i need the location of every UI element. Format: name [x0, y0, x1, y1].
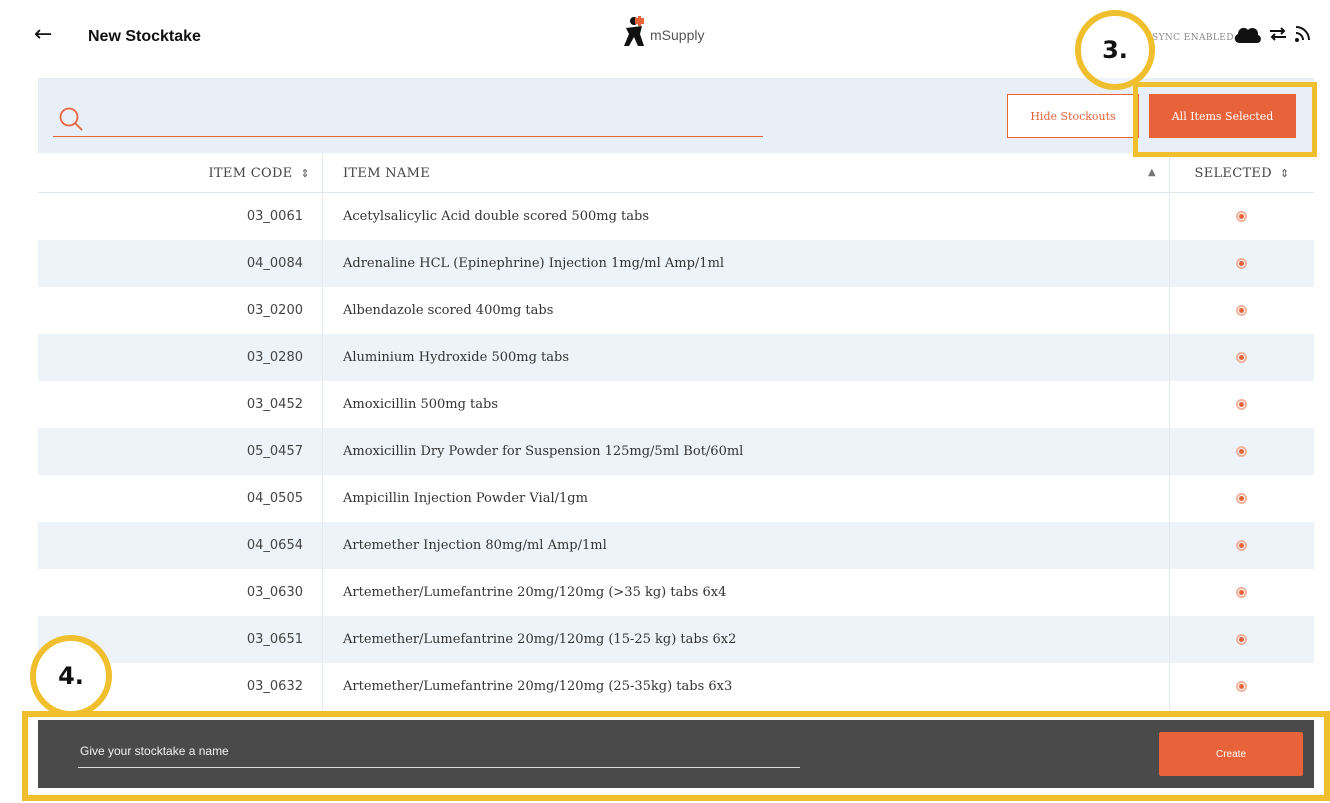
- search-icon[interactable]: [58, 106, 84, 132]
- item-code-cell: 04_0654: [246, 538, 303, 553]
- item-name-cell: Artemether Injection 80mg/ml Amp/1ml: [343, 538, 607, 553]
- msupply-logo: mSupply: [622, 16, 704, 48]
- selected-cell: [1169, 240, 1314, 287]
- item-code-cell: 04_0084: [246, 256, 303, 271]
- page-title: New Stocktake: [88, 28, 201, 45]
- column-divider: [322, 240, 323, 287]
- column-header-label: SELECTED: [1194, 165, 1272, 181]
- column-divider: [322, 616, 323, 663]
- sync-status-label: SYNC ENABLED: [1152, 33, 1234, 43]
- selected-radio-icon[interactable]: [1236, 305, 1247, 316]
- search-input[interactable]: [88, 106, 748, 132]
- selected-radio-icon[interactable]: [1236, 540, 1247, 551]
- selected-radio-icon[interactable]: [1236, 258, 1247, 269]
- table-row[interactable]: 03_0452 Amoxicillin 500mg tabs: [38, 381, 1314, 428]
- selected-cell: [1169, 334, 1314, 381]
- sync-arrows-icon[interactable]: [1269, 27, 1287, 41]
- item-name-cell: Amoxicillin Dry Powder for Suspension 12…: [343, 444, 744, 459]
- item-name-cell: Aluminium Hydroxide 500mg tabs: [343, 350, 570, 365]
- selected-radio-icon[interactable]: [1236, 493, 1247, 504]
- table-row[interactable]: 03_0280 Aluminium Hydroxide 500mg tabs: [38, 334, 1314, 381]
- selected-radio-icon[interactable]: [1236, 399, 1247, 410]
- column-header-label: ITEM CODE: [208, 165, 293, 181]
- column-header-selected[interactable]: SELECTED ⇕: [1169, 153, 1314, 193]
- item-code-cell: 03_0200: [246, 303, 303, 318]
- column-divider: [322, 475, 323, 522]
- sort-icon: ⇕: [1279, 166, 1290, 180]
- table-row[interactable]: 03_0061 Acetylsalicylic Acid double score…: [38, 193, 1314, 240]
- annotation-step-4-badge: 4.: [30, 635, 112, 717]
- item-name-cell: Adrenaline HCL (Epinephrine) Injection 1…: [343, 256, 725, 271]
- column-divider: [322, 287, 323, 334]
- table-row[interactable]: 03_0200 Albendazole scored 400mg tabs: [38, 287, 1314, 334]
- selected-cell: [1169, 287, 1314, 334]
- sort-icon: ⇕: [300, 166, 310, 180]
- item-name-cell: Amoxicillin 500mg tabs: [343, 397, 499, 412]
- selected-cell: [1169, 663, 1314, 710]
- annotation-highlight-box-3: [1133, 82, 1317, 157]
- item-code-cell: 05_0457: [246, 444, 303, 459]
- column-header-item-code[interactable]: ITEM CODE ⇕: [38, 153, 310, 193]
- logo-mark-icon: [624, 16, 644, 46]
- table-row[interactable]: 04_0505 Ampicillin Injection Powder Vial/…: [38, 475, 1314, 522]
- column-divider: [322, 569, 323, 616]
- selected-cell: [1169, 475, 1314, 522]
- item-name-cell: Acetylsalicylic Acid double scored 500mg…: [343, 209, 649, 224]
- column-divider: [322, 193, 323, 240]
- item-code-cell: 04_0505: [246, 491, 303, 506]
- annotation-step-3-badge: 3.: [1075, 10, 1155, 90]
- selected-radio-icon[interactable]: [1236, 352, 1247, 363]
- item-code-cell: 03_0061: [246, 209, 303, 224]
- item-code-cell: 03_0280: [246, 350, 303, 365]
- signal-icon[interactable]: [1294, 25, 1310, 43]
- table-row[interactable]: 04_0084 Adrenaline HCL (Epinephrine) Inje…: [38, 240, 1314, 287]
- item-name-cell: Artemether/Lumefantrine 20mg/120mg (25-3…: [343, 679, 733, 694]
- column-divider: [322, 522, 323, 569]
- column-header-label: ITEM NAME: [343, 165, 431, 181]
- selected-cell: [1169, 522, 1314, 569]
- selected-cell: [1169, 381, 1314, 428]
- table-row[interactable]: 03_0630 Artemether/Lumefantrine 20mg/120m…: [38, 569, 1314, 616]
- column-header-item-name[interactable]: ITEM NAME: [343, 153, 1163, 193]
- search-underline: [53, 136, 763, 137]
- selected-radio-icon[interactable]: [1236, 681, 1247, 692]
- item-name-cell: Artemether/Lumefantrine 20mg/120mg (15-2…: [343, 632, 737, 647]
- column-divider: [322, 334, 323, 381]
- item-code-cell: 03_0452: [246, 397, 303, 412]
- table-row[interactable]: 03_0651 Artemether/Lumefantrine 20mg/120m…: [38, 616, 1314, 663]
- table-body: 03_0061 Acetylsalicylic Acid double score…: [38, 193, 1314, 710]
- logo-text: mSupply: [650, 27, 705, 43]
- column-divider: [322, 663, 323, 710]
- table-row[interactable]: 03_0632 Artemether/Lumefantrine 20mg/120m…: [38, 663, 1314, 710]
- selected-radio-icon[interactable]: [1236, 446, 1247, 457]
- table-header: ITEM CODE ⇕ ITEM NAME ▲ SELECTED ⇕: [38, 153, 1314, 193]
- sort-ascending-icon: ▲: [1148, 167, 1156, 178]
- stocktake-items-panel: Hide Stockouts All Items Selected ITEM C…: [38, 78, 1314, 714]
- item-code-cell: 03_0630: [246, 585, 303, 600]
- cloud-icon[interactable]: [1232, 24, 1262, 44]
- item-name-cell: Albendazole scored 400mg tabs: [343, 303, 554, 318]
- selected-radio-icon[interactable]: [1236, 211, 1247, 222]
- selected-cell: [1169, 193, 1314, 240]
- column-divider: [322, 381, 323, 428]
- back-arrow-icon[interactable]: ←: [34, 22, 52, 47]
- selected-radio-icon[interactable]: [1236, 634, 1247, 645]
- annotation-step-4-label: 4.: [58, 662, 84, 690]
- selected-radio-icon[interactable]: [1236, 587, 1247, 598]
- column-divider: [322, 428, 323, 475]
- item-name-cell: Artemether/Lumefantrine 20mg/120mg (>35 …: [343, 585, 727, 600]
- hide-stockouts-button[interactable]: Hide Stockouts: [1007, 94, 1139, 138]
- column-divider: [322, 153, 323, 193]
- selected-cell: [1169, 428, 1314, 475]
- selected-cell: [1169, 616, 1314, 663]
- status-icons: [1232, 24, 1310, 44]
- table-row[interactable]: 05_0457 Amoxicillin Dry Powder for Suspen…: [38, 428, 1314, 475]
- annotation-highlight-box-4: [22, 711, 1330, 801]
- table-row[interactable]: 04_0654 Artemether Injection 80mg/ml Amp/…: [38, 522, 1314, 569]
- selected-cell: [1169, 569, 1314, 616]
- item-name-cell: Ampicillin Injection Powder Vial/1gm: [343, 491, 588, 506]
- annotation-step-3-label: 3.: [1102, 36, 1128, 64]
